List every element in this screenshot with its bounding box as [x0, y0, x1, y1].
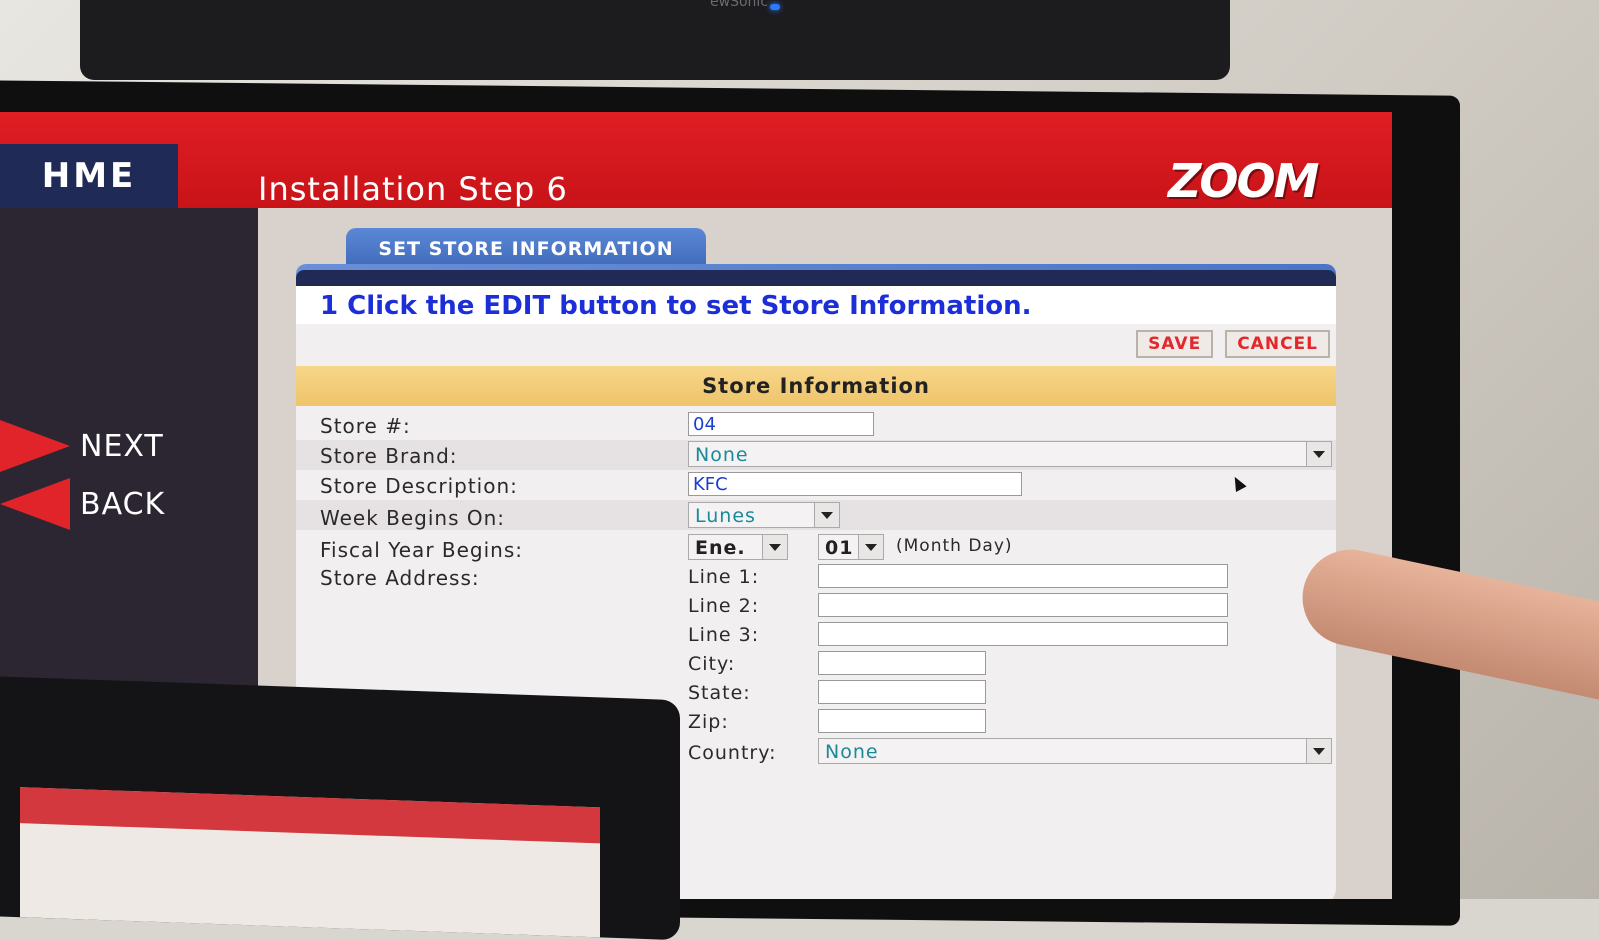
store-description-label: Store Description: [320, 474, 518, 498]
fiscal-day-select[interactable]: 01 [818, 534, 884, 560]
chevron-down-icon[interactable] [1306, 739, 1331, 763]
store-number-field[interactable]: 04 [688, 412, 874, 436]
store-number-row: Store #: 04 [296, 410, 1336, 440]
country-value: None [825, 741, 879, 763]
fiscal-year-row: Fiscal Year Begins: Ene. 01 (Month Day) [296, 532, 1336, 562]
next-label: NEXT [80, 428, 164, 464]
chevron-down-icon[interactable] [762, 535, 787, 559]
city-label: City: [688, 653, 736, 675]
fiscal-year-hint: (Month Day) [896, 536, 1013, 556]
city-field[interactable] [818, 651, 986, 675]
back-label: BACK [80, 486, 166, 522]
action-buttons: SAVE CANCEL [1136, 330, 1330, 358]
address-line2-label: Line 2: [688, 595, 760, 617]
week-begins-value: Lunes [695, 505, 756, 527]
zoom-logo: ZOOM [1168, 154, 1319, 208]
store-number-label: Store #: [320, 414, 411, 438]
store-address-label: Store Address: [320, 566, 480, 590]
fiscal-month-select[interactable]: Ene. [688, 534, 788, 560]
address-line3-field[interactable] [818, 622, 1228, 646]
state-label: State: [688, 682, 751, 704]
week-begins-label: Week Begins On: [320, 506, 506, 530]
arrow-left-icon [0, 478, 70, 530]
foreground-tablet [0, 675, 680, 940]
chevron-down-icon[interactable] [1306, 442, 1331, 466]
background-monitor-brand: ewSonic [710, 0, 768, 10]
address-line2-field[interactable] [818, 593, 1228, 617]
back-button[interactable]: BACK [0, 478, 165, 530]
country-select[interactable]: None [818, 738, 1332, 764]
country-label: Country: [688, 742, 777, 764]
hme-logo: HME [0, 144, 178, 208]
power-led [770, 4, 780, 10]
address-line1-field[interactable] [818, 564, 1228, 588]
fiscal-year-label: Fiscal Year Begins: [320, 538, 524, 562]
state-field[interactable] [818, 680, 986, 704]
next-button[interactable]: NEXT [0, 420, 164, 472]
store-brand-label: Store Brand: [320, 444, 458, 468]
cancel-button[interactable]: CANCEL [1225, 330, 1330, 358]
page-title: Installation Step 6 [258, 170, 568, 208]
fiscal-month-value: Ene. [695, 537, 746, 559]
fiscal-day-value: 01 [825, 537, 854, 559]
store-description-row: Store Description: KFC [296, 470, 1336, 500]
background-monitor: ewSonic [80, 0, 1230, 80]
address-line3-label: Line 3: [688, 624, 760, 646]
store-description-field[interactable]: KFC [688, 472, 1022, 496]
store-brand-value: None [695, 444, 749, 466]
store-brand-select[interactable]: None [688, 441, 1332, 467]
chevron-down-icon[interactable] [858, 535, 883, 559]
header-bar: HME Installation Step 6 ZOOM [0, 112, 1392, 208]
week-begins-row: Week Begins On: Lunes [296, 500, 1336, 530]
week-begins-select[interactable]: Lunes [688, 502, 840, 528]
chevron-down-icon[interactable] [814, 503, 839, 527]
arrow-right-icon [0, 420, 70, 472]
address-line1-label: Line 1: [688, 566, 760, 588]
tablet-header-bar [20, 787, 600, 844]
zip-label: Zip: [688, 711, 729, 733]
tablet-screen [20, 787, 600, 938]
instruction-text: 1 Click the EDIT button to set Store Inf… [296, 286, 1336, 324]
zip-field[interactable] [818, 709, 986, 733]
section-title: Store Information [296, 366, 1336, 406]
save-button[interactable]: SAVE [1136, 330, 1214, 358]
store-brand-row: Store Brand: None [296, 440, 1336, 470]
